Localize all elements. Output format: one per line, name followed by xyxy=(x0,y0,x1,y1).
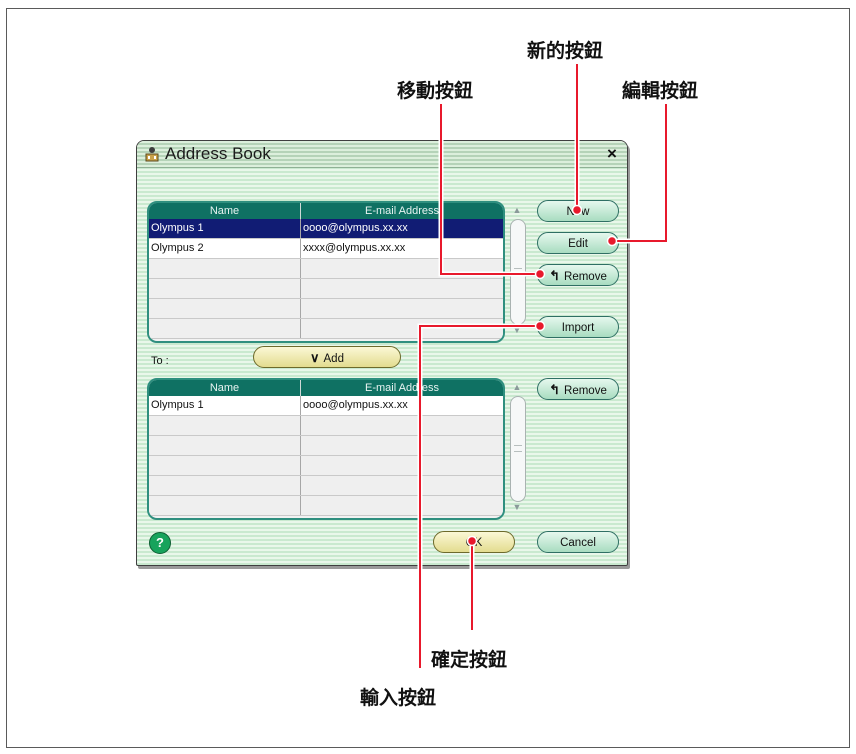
remove-recipient-button[interactable]: ↰ Remove xyxy=(537,378,619,400)
empty-row xyxy=(149,299,503,319)
scroll-down-icon[interactable]: ▼ xyxy=(509,323,525,337)
add-button-label: Add xyxy=(323,353,344,365)
table-row[interactable]: Olympus 1 oooo@olympus.xx.xx xyxy=(149,219,503,239)
scroll-down-icon[interactable]: ▼ xyxy=(509,500,525,514)
table-row[interactable]: Olympus 2 xxxx@olympus.xx.xx xyxy=(149,239,503,259)
scroll-grip-icon xyxy=(514,445,522,452)
column-header-name[interactable]: Name xyxy=(149,203,301,219)
row-name: Olympus 2 xyxy=(149,239,301,258)
empty-row xyxy=(149,279,503,299)
callout-import-button: 輸入按鈕 xyxy=(360,687,437,709)
column-header-name[interactable]: Name xyxy=(149,380,301,396)
cancel-button[interactable]: Cancel xyxy=(537,531,619,553)
remove-button-label: Remove xyxy=(564,271,607,283)
empty-row xyxy=(149,319,503,339)
callout-ok-button: 確定按鈕 xyxy=(431,649,508,671)
remove-recipient-label: Remove xyxy=(564,385,607,397)
to-label: To : xyxy=(151,355,169,367)
row-email: xxxx@olympus.xx.xx xyxy=(303,242,406,254)
empty-row xyxy=(149,259,503,279)
remove-arrow-icon: ↰ xyxy=(549,268,561,283)
import-button[interactable]: Import xyxy=(537,316,619,338)
scroll-up-icon[interactable]: ▲ xyxy=(509,380,525,394)
to-table-header: Name E-mail Address xyxy=(149,380,503,396)
address-list-table: Name E-mail Address Olympus 1 oooo@olymp… xyxy=(147,201,505,343)
row-name: Olympus 1 xyxy=(149,219,301,238)
callout-move-button: 移動按鈕 xyxy=(397,80,474,102)
chevron-down-icon: ∨ xyxy=(310,350,320,365)
address-book-icon xyxy=(145,147,159,162)
scroll-grip-icon xyxy=(514,268,522,275)
close-icon[interactable]: × xyxy=(603,145,621,163)
edit-button[interactable]: Edit xyxy=(537,232,619,254)
scroll-track[interactable] xyxy=(510,219,526,325)
ok-button[interactable]: OK xyxy=(433,531,515,553)
address-book-dialog: Address Book × Name E-mail Address Olymp… xyxy=(136,140,628,566)
help-icon[interactable]: ? xyxy=(149,532,171,554)
row-email: oooo@olympus.xx.xx xyxy=(303,222,408,234)
empty-row xyxy=(149,416,503,436)
address-list-scrollbar[interactable]: ▲ ▼ xyxy=(509,203,526,337)
empty-row xyxy=(149,436,503,456)
add-button[interactable]: ∨ Add xyxy=(253,346,401,368)
new-button[interactable]: New xyxy=(537,200,619,222)
scroll-up-icon[interactable]: ▲ xyxy=(509,203,525,217)
dialog-title: Address Book xyxy=(165,144,271,163)
address-table-header: Name E-mail Address xyxy=(149,203,503,219)
row-email: oooo@olympus.xx.xx xyxy=(303,399,408,411)
empty-row xyxy=(149,476,503,496)
scroll-track[interactable] xyxy=(510,396,526,502)
empty-row xyxy=(149,456,503,476)
title-bar[interactable]: Address Book × xyxy=(137,141,627,168)
empty-row xyxy=(149,496,503,516)
to-list-table: Name E-mail Address Olympus 1 oooo@olymp… xyxy=(147,378,505,520)
callout-edit-button: 編輯按鈕 xyxy=(622,80,699,102)
table-row[interactable]: Olympus 1 oooo@olympus.xx.xx xyxy=(149,396,503,416)
remove-arrow-icon: ↰ xyxy=(549,382,561,397)
column-header-email[interactable]: E-mail Address xyxy=(301,380,503,396)
column-header-email[interactable]: E-mail Address xyxy=(301,203,503,219)
remove-button[interactable]: ↰ Remove xyxy=(537,264,619,286)
to-list-scrollbar[interactable]: ▲ ▼ xyxy=(509,380,526,514)
row-name: Olympus 1 xyxy=(149,396,301,415)
callout-new-button: 新的按鈕 xyxy=(527,40,604,62)
